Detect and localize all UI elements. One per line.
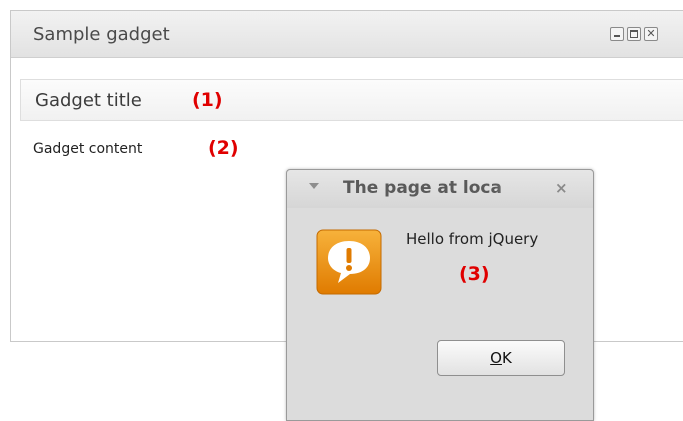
- close-icon: ✕: [646, 27, 656, 40]
- ok-button[interactable]: OK: [437, 340, 565, 376]
- dialog-titlebar[interactable]: The page at loca ×: [287, 170, 593, 208]
- gadget-content: Gadget content: [33, 141, 143, 157]
- dialog-message: Hello from jQuery: [406, 230, 539, 248]
- alert-dialog: The page at loca × Hello from jQuery (3)…: [286, 169, 594, 421]
- window-menu-icon[interactable]: [309, 183, 319, 189]
- annotation-2: (2): [208, 137, 239, 159]
- speech-bubble-exclamation-icon: [316, 229, 382, 295]
- gadget-header: Sample gadget ✕: [11, 11, 683, 58]
- gadget-title: Gadget title: [35, 90, 142, 111]
- window-controls: ✕: [610, 27, 658, 41]
- dialog-title: The page at loca: [343, 178, 502, 198]
- minimize-button[interactable]: [610, 27, 624, 41]
- maximize-icon: [630, 30, 638, 38]
- ok-mnemonic: O: [490, 349, 502, 367]
- gadget-header-title: Sample gadget: [33, 24, 170, 45]
- gadget-title-bar: Gadget title (1): [20, 79, 683, 121]
- annotation-3: (3): [459, 263, 490, 285]
- annotation-1: (1): [192, 89, 223, 111]
- dialog-close-icon[interactable]: ×: [555, 179, 568, 197]
- close-button[interactable]: ✕: [644, 27, 658, 41]
- minimize-icon: [614, 35, 620, 37]
- maximize-button[interactable]: [627, 27, 641, 41]
- ok-label-rest: K: [501, 349, 512, 367]
